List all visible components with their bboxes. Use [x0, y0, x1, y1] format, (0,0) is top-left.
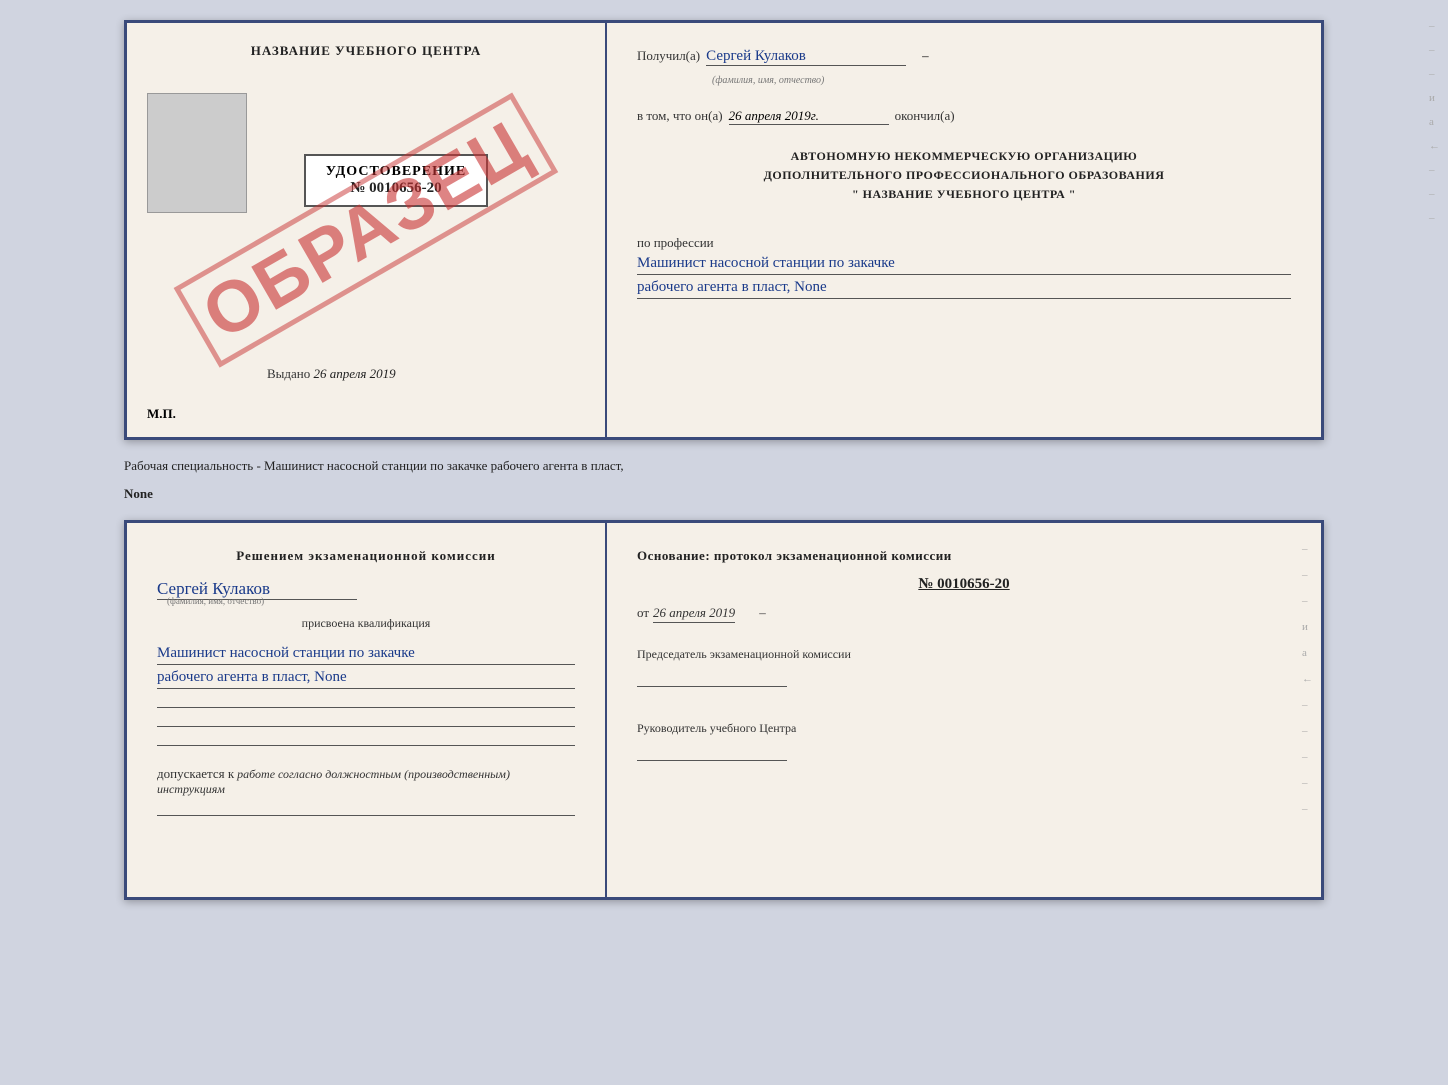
date-label: в том, что он(а) — [637, 108, 723, 124]
person-name-hint: (фамилия, имя, отчество) — [167, 596, 575, 606]
description-text2: None — [124, 480, 1324, 508]
qual-line1: Машинист насосной станции по закачке — [157, 645, 575, 665]
allow-label: допускается к — [157, 766, 234, 781]
underline2 — [157, 726, 575, 727]
allow-line: допускается к работе согласно должностны… — [157, 766, 575, 797]
director-section: Руководитель учебного Центра — [637, 719, 1291, 761]
description-block: Рабочая специальность - Машинист насосно… — [124, 450, 1324, 510]
profession-label: по профессии — [637, 235, 1291, 251]
badge-title: УДОСТОВЕРЕНИЕ — [326, 164, 466, 180]
date-value-bottom: 26 апреля 2019 — [653, 605, 735, 623]
profession-line1: Машинист насосной станции по закачке — [637, 255, 1291, 275]
org-line2: ДОПОЛНИТЕЛЬНОГО ПРОФЕССИОНАЛЬНОГО ОБРАЗО… — [637, 166, 1291, 185]
date-value: 26 апреля 2019г. — [729, 108, 889, 125]
qualification-block: Машинист насосной станции по закачке раб… — [157, 641, 575, 689]
bottom-right-panel: Основание: протокол экзаменационной коми… — [607, 523, 1321, 897]
mp-label: М.П. — [147, 406, 176, 422]
name-hint-top: (фамилия, имя, отчество) — [712, 75, 824, 86]
underline1 — [157, 707, 575, 708]
issued-date: 26 апреля 2019 — [314, 366, 396, 381]
document-container: НАЗВАНИЕ УЧЕБНОГО ЦЕНТРА УДОСТОВЕРЕНИЕ №… — [124, 20, 1324, 900]
chairman-label: Председатель экзаменационной комиссии — [637, 645, 1291, 663]
basis-label: Основание: протокол экзаменационной коми… — [637, 548, 1291, 564]
org-line1: АВТОНОМНУЮ НЕКОММЕРЧЕСКУЮ ОРГАНИЗАЦИЮ — [637, 147, 1291, 166]
received-label: Получил(а) — [637, 48, 700, 64]
chairman-section: Председатель экзаменационной комиссии — [637, 645, 1291, 687]
description-text: Рабочая специальность - Машинист насосно… — [124, 452, 1324, 480]
photo-placeholder — [147, 93, 247, 213]
cert-badge: УДОСТОВЕРЕНИЕ № 0010656-20 — [304, 154, 488, 207]
issued-line: Выдано 26 апреля 2019 — [267, 366, 396, 382]
received-row: Получил(а) Сергей Кулаков – — [637, 48, 1291, 66]
director-label: Руководитель учебного Центра — [637, 719, 1291, 737]
date-row: в том, что он(а) 26 апреля 2019г. окончи… — [637, 108, 1291, 125]
underline4 — [157, 815, 575, 816]
date-prefix: от — [637, 605, 649, 621]
cert-center-title: НАЗВАНИЕ УЧЕБНОГО ЦЕНТРА — [251, 43, 482, 59]
issued-label: Выдано — [267, 366, 310, 381]
org-block: АВТОНОМНУЮ НЕКОММЕРЧЕСКУЮ ОРГАНИЗАЦИЮ ДО… — [637, 147, 1291, 205]
right-margin-indicators: – – – и а ← – – – — [1429, 20, 1440, 224]
org-line3: " НАЗВАНИЕ УЧЕБНОГО ЦЕНТРА " — [637, 185, 1291, 204]
decision-label: Решением экзаменационной комиссии — [157, 548, 575, 564]
chairman-sign-line — [637, 667, 787, 687]
finished-label: окончил(а) — [895, 108, 955, 124]
protocol-number: № 0010656-20 — [637, 576, 1291, 593]
profession-block: по профессии Машинист насосной станции п… — [637, 227, 1291, 412]
person-row: Сергей Кулаков (фамилия, имя, отчество) — [157, 579, 575, 606]
underline3 — [157, 745, 575, 746]
bottom-left-panel: Решением экзаменационной комиссии Сергей… — [127, 523, 607, 897]
qual-line2: рабочего агента в пласт, None — [157, 669, 575, 689]
profession-line2: рабочего агента в пласт, None — [637, 279, 1291, 299]
cert-right-panel: Получил(а) Сергей Кулаков – (фамилия, им… — [607, 23, 1321, 437]
assigned-label: присвоена квалификация — [157, 616, 575, 631]
date-row-bottom: от 26 апреля 2019 – — [637, 605, 1291, 623]
bottom-certificate: Решением экзаменационной комиссии Сергей… — [124, 520, 1324, 900]
top-certificate: НАЗВАНИЕ УЧЕБНОГО ЦЕНТРА УДОСТОВЕРЕНИЕ №… — [124, 20, 1324, 440]
director-sign-line — [637, 741, 787, 761]
received-name: Сергей Кулаков — [706, 48, 906, 66]
badge-number: № 0010656-20 — [326, 180, 466, 197]
cert-left-panel: НАЗВАНИЕ УЧЕБНОГО ЦЕНТРА УДОСТОВЕРЕНИЕ №… — [127, 23, 607, 437]
bottom-right-margin-indicators: – – – и а ← – – – – – — [1302, 543, 1313, 815]
